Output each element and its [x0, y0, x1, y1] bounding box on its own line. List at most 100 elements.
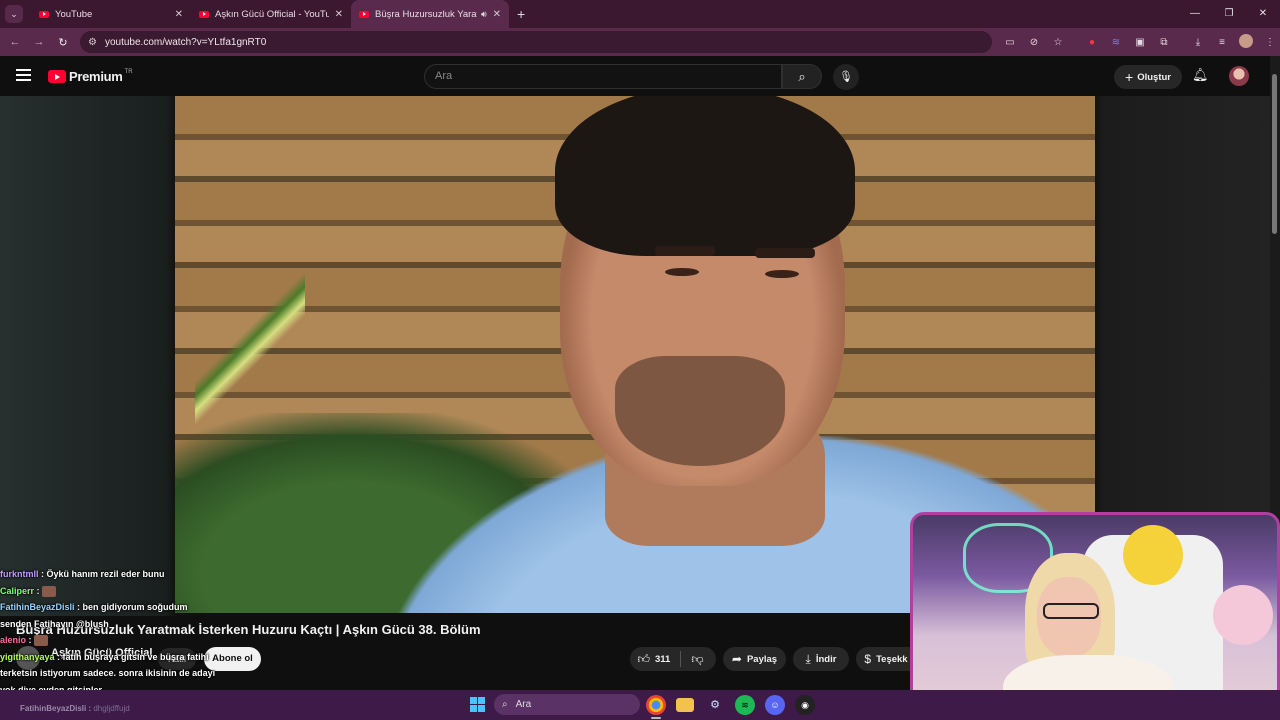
- video-frame-hair: [555, 96, 855, 256]
- voice-search-button[interactable]: 🎙︎: [833, 64, 859, 90]
- youtube-favicon-icon: [39, 10, 49, 18]
- chat-text: Öykü hanım rezil eder bunu: [46, 569, 165, 579]
- obs-icon[interactable]: ◉: [795, 695, 815, 715]
- stream-chat-overlay: furkntmll : Öykü hanım rezil eder bunu C…: [0, 566, 232, 698]
- extension-red-icon[interactable]: ●: [1080, 37, 1104, 48]
- restore-icon[interactable]: ❐: [1212, 0, 1246, 28]
- account-avatar[interactable]: [1229, 66, 1249, 86]
- youtube-play-icon: [48, 70, 66, 83]
- minimize-icon[interactable]: —: [1178, 0, 1212, 28]
- microphone-icon: 🎙︎: [839, 71, 853, 83]
- video-frame-eye: [765, 270, 799, 278]
- youtube-masthead: Premium TR Ara ⌕ 🎙︎ + Oluştur 🔔︎: [0, 56, 1270, 96]
- chrome-icon[interactable]: [646, 695, 666, 715]
- tab-title: Aşkın Gücü Official - YouTube: [215, 8, 329, 20]
- browser-tab-strip: ⌄ YouTube ✕ Aşkın Gücü Official - YouTub…: [0, 0, 1280, 28]
- super-thanks-icon: $: [864, 652, 872, 666]
- cast-icon[interactable]: ▭: [998, 37, 1022, 48]
- download-icon[interactable]: ⤓: [1186, 37, 1210, 48]
- youtube-favicon-icon: [199, 10, 209, 18]
- site-info-icon[interactable]: ⚙: [88, 37, 97, 48]
- notifications-bell-icon[interactable]: 🔔︎: [1192, 67, 1209, 83]
- search-icon: ⌕: [502, 699, 508, 710]
- ticker-text: dhgljdffujd: [93, 704, 130, 713]
- new-tab-button[interactable]: +: [517, 6, 525, 22]
- chat-message-continued: terketsin istiyorum sadece. sonra ikisin…: [0, 665, 232, 682]
- windows-taskbar: ⌕ Ara ⚙ ≋ ☺ ◉: [0, 690, 1280, 720]
- bookmark-star-icon[interactable]: ☆: [1046, 37, 1070, 48]
- toolbar-icons: ▭ ⊘ ☆ ● ≋ ▣ ⧉ ⤓ ≡ ⋮: [998, 28, 1280, 56]
- thanks-button[interactable]: $ Teşekk: [856, 647, 916, 671]
- download-label: İndir: [815, 653, 837, 665]
- search-button[interactable]: ⌕: [782, 64, 822, 89]
- discord-icon[interactable]: ☺: [765, 695, 785, 715]
- streamer-glasses: [1043, 603, 1099, 619]
- close-window-icon[interactable]: ✕: [1246, 0, 1280, 28]
- scrollbar-thumb[interactable]: [1272, 74, 1277, 234]
- chat-text: fatih büşraya gitsin ve büşra fatihi: [62, 651, 209, 662]
- chat-message: FatihinBeyazDisli : ben gidiyorum soğudu…: [0, 602, 188, 612]
- reload-icon[interactable]: ↻: [51, 36, 75, 49]
- address-bar[interactable]: ⚙ youtube.com/watch?v=YLtfa1gnRT0: [80, 31, 992, 53]
- like-count[interactable]: 311: [655, 654, 670, 665]
- youtube-premium-logo[interactable]: Premium TR: [48, 69, 133, 84]
- video-frame-beard: [615, 356, 785, 466]
- chat-ticker: FatihinBeyazDisli : dhgljdffujd: [20, 704, 130, 713]
- file-explorer-icon[interactable]: [676, 698, 694, 712]
- profile-avatar[interactable]: [1234, 33, 1258, 51]
- thumbs-down-icon[interactable]: 👎︎: [691, 652, 703, 667]
- close-tab-icon[interactable]: ✕: [175, 9, 183, 20]
- chat-emote-icon: [42, 585, 57, 597]
- search-icon: ⌕: [798, 69, 806, 84]
- download-button[interactable]: ⤓ İndir: [793, 647, 849, 671]
- chat-text: ben gidiyorum soğudum: [82, 602, 188, 612]
- video-frame-eye: [665, 268, 699, 276]
- guide-menu-icon[interactable]: [16, 69, 31, 81]
- chat-message-continued: senden Fatihayın @blush: [0, 616, 232, 633]
- windows-start-icon[interactable]: [470, 697, 485, 712]
- active-app-indicator: [651, 717, 661, 719]
- back-icon[interactable]: ←: [3, 36, 27, 48]
- speaker-icon[interactable]: 🔊︎: [481, 9, 487, 20]
- streamer-webcam-overlay: [910, 512, 1280, 720]
- tab-title: Büşra Huzursuzluk Yaratmak İsterken Huzu…: [375, 8, 477, 20]
- thumbs-up-icon[interactable]: 👍︎: [637, 652, 650, 667]
- chat-message: furkntmll : Öykü hanım rezil eder bunu: [0, 569, 165, 579]
- close-tab-icon[interactable]: ✕: [493, 9, 501, 20]
- hide-icon[interactable]: ⊘: [1022, 37, 1046, 48]
- plush-toy: [1213, 585, 1273, 645]
- tab-current-video[interactable]: Büşra Huzursuzluk Yaratmak İsterken Huzu…: [351, 0, 509, 28]
- extension-audio-icon[interactable]: ≋: [1104, 37, 1128, 48]
- search-input[interactable]: Ara: [424, 64, 782, 89]
- browser-toolbar: ← → ↻ ⚙ youtube.com/watch?v=YLtfa1gnRT0 …: [0, 28, 1280, 56]
- chat-text: senden Fatihayın @blush: [0, 618, 109, 629]
- video-frame-brow: [755, 248, 815, 258]
- extension-tv-icon[interactable]: ▣: [1128, 37, 1152, 48]
- plus-icon: +: [1125, 69, 1134, 85]
- video-frame-plant: [195, 266, 305, 446]
- chat-username: alenio: [0, 635, 27, 645]
- ticker-username: FatihinBeyazDisli: [20, 704, 87, 713]
- spotify-icon[interactable]: ≋: [735, 695, 755, 715]
- forward-icon[interactable]: →: [27, 36, 51, 48]
- extensions-puzzle-icon[interactable]: ⧉: [1152, 37, 1176, 48]
- logo-text: Premium: [69, 69, 123, 84]
- chat-message: yigithanyaya : fatih büşraya gitsin ve b…: [0, 651, 209, 662]
- window-controls: — ❐ ✕: [1178, 0, 1280, 28]
- tab-youtube[interactable]: YouTube ✕: [31, 0, 191, 28]
- tab-search-button[interactable]: ⌄: [5, 5, 23, 23]
- taskbar-search[interactable]: ⌕ Ara: [494, 694, 640, 715]
- divider: [680, 651, 682, 667]
- reading-list-icon[interactable]: ≡: [1210, 37, 1234, 48]
- steam-icon[interactable]: ⚙: [705, 695, 725, 715]
- chat-emote-icon: [34, 635, 49, 647]
- share-arrow-icon: ➦: [731, 652, 742, 666]
- close-tab-icon[interactable]: ✕: [335, 9, 343, 20]
- chat-username: Caliperr: [0, 585, 35, 596]
- create-button[interactable]: + Oluştur: [1114, 65, 1182, 89]
- tab-askin-gucu-channel[interactable]: Aşkın Gücü Official - YouTube ✕: [191, 0, 351, 28]
- chat-username: yigithanyaya: [0, 651, 55, 662]
- browser-menu-icon[interactable]: ⋮: [1258, 37, 1280, 48]
- share-button[interactable]: ➦ Paylaş: [723, 647, 786, 671]
- url-text: youtube.com/watch?v=YLtfa1gnRT0: [104, 36, 267, 48]
